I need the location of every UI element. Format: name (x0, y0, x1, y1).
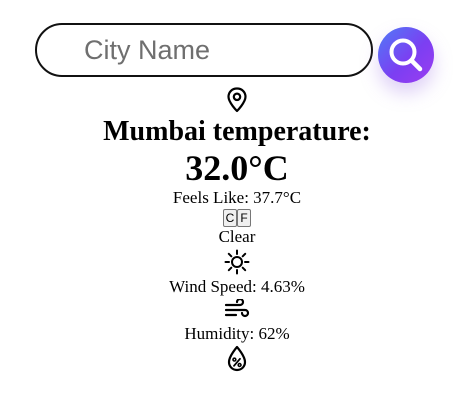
temperature-value: 32.0°C (185, 148, 289, 188)
feels-like-text: Feels Like: 37.7°C (172, 188, 302, 207)
search-bar (0, 0, 474, 100)
wind-speed-text: Wind Speed: 4.63% (169, 277, 305, 296)
humidity-drop-icon (227, 345, 247, 372)
wind-icon (224, 299, 250, 318)
unit-toggle: C F (0, 209, 474, 227)
search-button[interactable] (378, 27, 434, 83)
sun-icon (224, 249, 250, 275)
city-temperature-title: Mumbai temperature: (103, 116, 371, 147)
city-search-input[interactable] (35, 23, 373, 77)
humidity-text: Humidity: 62% (184, 324, 290, 343)
weather-condition: Clear (218, 227, 256, 246)
weather-panel: Mumbai temperature: 32.0°C Feels Like: 3… (0, 87, 474, 373)
celsius-button[interactable]: C (223, 209, 237, 227)
location-pin-icon (227, 87, 247, 113)
search-icon (389, 38, 423, 72)
fahrenheit-button[interactable]: F (237, 209, 251, 227)
